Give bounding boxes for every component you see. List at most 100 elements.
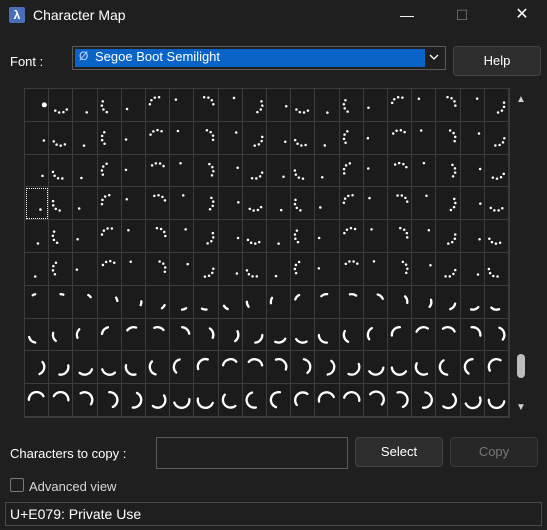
- maximize-button[interactable]: ☐: [439, 0, 485, 30]
- glyph-cell[interactable]: [363, 252, 388, 286]
- glyph-cell[interactable]: [170, 220, 195, 253]
- font-dropdown[interactable]: Ø Segoe Boot Semilight: [72, 46, 446, 70]
- glyph-cell[interactable]: [388, 121, 413, 155]
- glyph-cell[interactable]: [388, 285, 413, 319]
- glyph-cell[interactable]: [484, 121, 509, 155]
- glyph-cell[interactable]: [267, 384, 292, 417]
- glyph-cell[interactable]: [194, 351, 219, 385]
- glyph-cell[interactable]: [73, 351, 98, 385]
- glyph-cell[interactable]: [363, 220, 388, 253]
- glyph-cell[interactable]: [363, 121, 388, 155]
- glyph-cell[interactable]: [194, 252, 219, 286]
- glyph-cell[interactable]: [315, 318, 340, 352]
- glyph-cell[interactable]: [242, 384, 267, 417]
- glyph-cell[interactable]: [25, 351, 50, 385]
- glyph-cell[interactable]: [315, 187, 340, 221]
- glyph-cell[interactable]: [242, 285, 267, 319]
- glyph-cell[interactable]: [242, 121, 267, 155]
- glyph-cell[interactable]: [49, 121, 74, 155]
- glyph-cell[interactable]: [267, 285, 292, 319]
- glyph-cell[interactable]: [242, 252, 267, 286]
- glyph-cell[interactable]: [315, 121, 340, 155]
- glyph-cell[interactable]: [460, 89, 485, 122]
- glyph-cell[interactable]: [25, 318, 50, 352]
- glyph-cell[interactable]: [412, 220, 437, 253]
- glyph-cell[interactable]: [25, 121, 50, 155]
- glyph-cell[interactable]: [436, 89, 461, 122]
- glyph-cell[interactable]: [460, 154, 485, 188]
- glyph-cell[interactable]: [460, 187, 485, 221]
- glyph-cell[interactable]: [170, 285, 195, 319]
- close-button[interactable]: ✕: [499, 0, 545, 30]
- glyph-cell[interactable]: [339, 318, 364, 352]
- glyph-cell[interactable]: [49, 384, 74, 417]
- glyph-cell[interactable]: [146, 121, 171, 155]
- glyph-cell[interactable]: [146, 187, 171, 221]
- glyph-cell[interactable]: [170, 121, 195, 155]
- glyph-cell[interactable]: [291, 89, 316, 122]
- glyph-cell[interactable]: [412, 318, 437, 352]
- glyph-cell[interactable]: [436, 187, 461, 221]
- glyph-cell[interactable]: [73, 89, 98, 122]
- glyph-cell[interactable]: [412, 252, 437, 286]
- glyph-cell[interactable]: [73, 187, 98, 221]
- scroll-down-arrow-icon[interactable]: ▼: [512, 400, 530, 416]
- minimize-button[interactable]: —: [384, 0, 430, 30]
- glyph-cell[interactable]: [412, 121, 437, 155]
- glyph-cell[interactable]: [363, 154, 388, 188]
- glyph-cell[interactable]: [170, 318, 195, 352]
- glyph-cell[interactable]: [49, 318, 74, 352]
- glyph-cell[interactable]: [436, 351, 461, 385]
- glyph-cell[interactable]: [315, 154, 340, 188]
- glyph-cell[interactable]: [146, 252, 171, 286]
- scrollbar-thumb[interactable]: [517, 354, 525, 378]
- glyph-cell[interactable]: [121, 89, 146, 122]
- glyph-cell[interactable]: [121, 121, 146, 155]
- scroll-up-arrow-icon[interactable]: ▲: [512, 92, 530, 108]
- glyph-cell[interactable]: [412, 285, 437, 319]
- glyph-cell[interactable]: [291, 121, 316, 155]
- glyph-cell[interactable]: [73, 318, 98, 352]
- glyph-cell[interactable]: [339, 154, 364, 188]
- glyph-cell[interactable]: [339, 351, 364, 385]
- character-grid[interactable]: [24, 88, 510, 418]
- glyph-cell[interactable]: [436, 252, 461, 286]
- glyph-cell[interactable]: [388, 220, 413, 253]
- glyph-cell[interactable]: [484, 220, 509, 253]
- select-button[interactable]: Select: [355, 437, 443, 467]
- glyph-cell[interactable]: [291, 384, 316, 417]
- glyph-cell[interactable]: [97, 220, 122, 253]
- glyph-cell[interactable]: [97, 89, 122, 122]
- glyph-cell[interactable]: [146, 154, 171, 188]
- glyph-cell[interactable]: [339, 252, 364, 286]
- glyph-cell[interactable]: [339, 285, 364, 319]
- glyph-cell[interactable]: [339, 220, 364, 253]
- glyph-cell[interactable]: [412, 384, 437, 417]
- glyph-cell[interactable]: [170, 154, 195, 188]
- glyph-cell[interactable]: [194, 220, 219, 253]
- glyph-cell[interactable]: [242, 220, 267, 253]
- characters-to-copy-input[interactable]: [156, 437, 348, 469]
- glyph-cell[interactable]: [484, 384, 509, 417]
- glyph-cell[interactable]: [49, 187, 74, 221]
- glyph-cell[interactable]: [484, 351, 509, 385]
- glyph-cell[interactable]: [315, 220, 340, 253]
- glyph-cell[interactable]: [146, 285, 171, 319]
- glyph-cell[interactable]: [121, 384, 146, 417]
- glyph-cell[interactable]: [315, 285, 340, 319]
- glyph-cell[interactable]: [97, 187, 122, 221]
- glyph-cell[interactable]: [388, 252, 413, 286]
- glyph-cell[interactable]: [218, 220, 243, 253]
- glyph-cell[interactable]: [170, 351, 195, 385]
- glyph-cell[interactable]: [484, 252, 509, 286]
- glyph-cell[interactable]: [146, 318, 171, 352]
- glyph-cell[interactable]: [291, 154, 316, 188]
- glyph-cell[interactable]: [218, 252, 243, 286]
- glyph-cell[interactable]: [97, 154, 122, 188]
- glyph-cell[interactable]: [218, 154, 243, 188]
- glyph-cell[interactable]: [218, 187, 243, 221]
- glyph-cell[interactable]: [412, 89, 437, 122]
- glyph-cell[interactable]: [291, 252, 316, 286]
- glyph-cell[interactable]: [267, 187, 292, 221]
- glyph-cell[interactable]: [194, 154, 219, 188]
